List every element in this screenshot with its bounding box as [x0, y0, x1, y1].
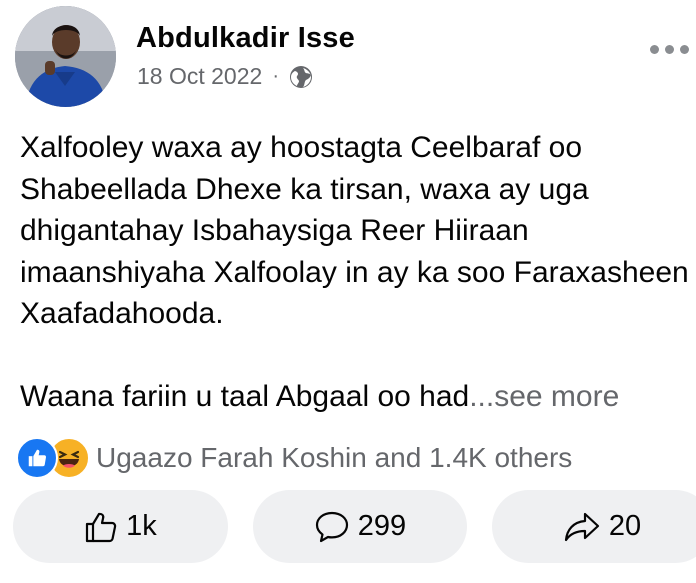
post-meta: 18 Oct 2022 · — [137, 63, 313, 90]
avatar[interactable] — [15, 6, 116, 107]
comment-count: 299 — [357, 510, 407, 542]
more-dot-icon — [665, 44, 674, 54]
like-count: 1k — [126, 510, 157, 542]
meta-separator: · — [272, 65, 279, 87]
post-body: Xalfooley waxa ay hoostagta Ceelbaraf oo… — [20, 127, 690, 417]
reaction-icons — [16, 437, 90, 479]
post-date[interactable]: 18 Oct 2022 — [137, 63, 262, 90]
like-reaction-icon — [16, 437, 58, 479]
share-arrow-icon — [564, 512, 599, 541]
more-dot-icon — [680, 44, 689, 54]
author-name[interactable]: Abdulkadir Isse — [136, 22, 355, 55]
more-dot-icon — [650, 44, 659, 54]
post-paragraph: Xalfooley waxa ay hoostagta Ceelbaraf oo… — [20, 131, 689, 330]
more-options-button[interactable] — [650, 38, 696, 60]
globe-icon — [289, 65, 313, 89]
comment-bubble-icon — [315, 511, 348, 542]
post-card: Abdulkadir Isse 18 Oct 2022 · Xalfooley … — [0, 0, 696, 583]
post-paragraph-text: Waana fariin u taal Abgaal oo had — [20, 379, 470, 413]
comment-button[interactable]: 299 — [253, 490, 467, 563]
like-button[interactable]: 1k — [13, 490, 228, 563]
see-more-link[interactable]: ...see more — [469, 380, 619, 413]
reactions-summary[interactable]: Ugaazo Farah Koshin and 1.4K others — [16, 437, 572, 479]
share-button[interactable]: 20 — [492, 490, 696, 563]
thumbs-up-icon — [86, 512, 117, 542]
reactions-text[interactable]: Ugaazo Farah Koshin and 1.4K others — [96, 442, 572, 474]
share-count: 20 — [608, 510, 642, 542]
post-paragraph-truncated: Waana fariin u taal Abgaal oo had...see … — [20, 376, 690, 418]
